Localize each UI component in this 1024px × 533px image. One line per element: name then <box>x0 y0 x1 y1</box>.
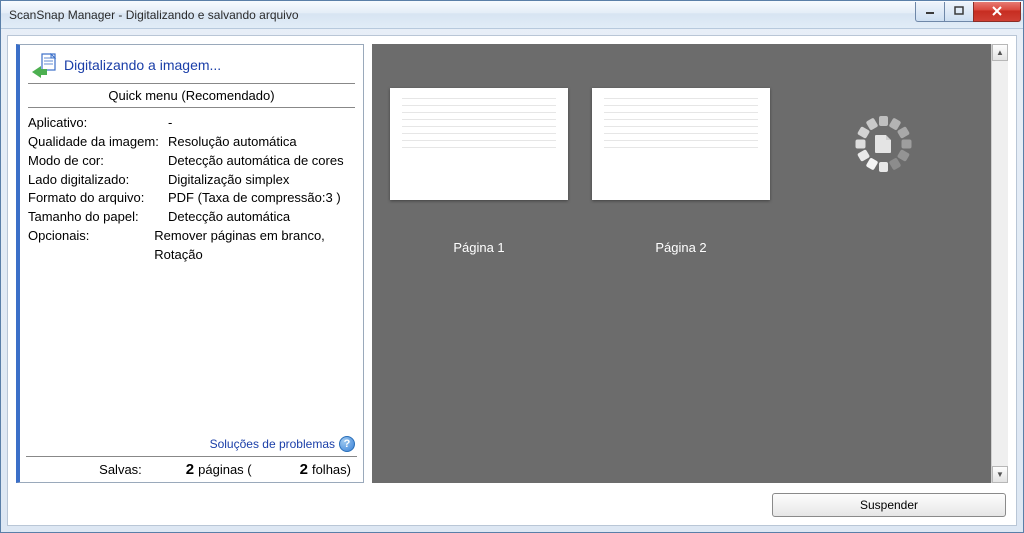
saved-pages-count: 2 <box>186 461 194 478</box>
page-image[interactable] <box>390 88 568 200</box>
scroll-down-button[interactable]: ▼ <box>992 466 1008 483</box>
scroll-up-button[interactable]: ▲ <box>992 44 1008 61</box>
setting-value: Remover páginas em branco, Rotação <box>154 227 355 265</box>
suspend-button[interactable]: Suspender <box>772 493 1006 517</box>
spinner-icon <box>855 116 911 172</box>
vertical-scrollbar[interactable]: ▲ ▼ <box>991 44 1008 483</box>
saved-sheets-word: folhas) <box>312 462 351 477</box>
setting-label: Tamanho do papel: <box>28 208 168 227</box>
loading-thumbnail <box>794 88 972 200</box>
bottom-button-row: Suspender <box>16 491 1008 517</box>
titlebar: ScanSnap Manager - Digitalizando e salva… <box>1 1 1023 29</box>
setting-row: Modo de cor: Detecção automática de core… <box>28 152 355 171</box>
troubleshoot-link[interactable]: Soluções de problemas <box>210 437 335 451</box>
minimize-button[interactable] <box>915 2 945 22</box>
page-thumbnail: Página 1 <box>390 88 568 255</box>
window-title: ScanSnap Manager - Digitalizando e salva… <box>9 8 916 22</box>
page-image[interactable] <box>592 88 770 200</box>
page-label: Página 2 <box>655 240 706 255</box>
content-row: Digitalizando a imagem... Quick menu (Re… <box>16 44 1008 483</box>
status-text: Digitalizando a imagem... <box>64 57 221 73</box>
maximize-button[interactable] <box>944 2 974 22</box>
setting-label: Modo de cor: <box>28 152 168 171</box>
setting-label: Formato do arquivo: <box>28 189 168 208</box>
setting-value: Digitalização simplex <box>168 171 289 190</box>
scroll-track[interactable] <box>992 61 1008 466</box>
setting-row: Aplicativo: - <box>28 114 355 133</box>
preview-area: Página 1 Página 2 <box>372 44 1008 483</box>
window-controls <box>916 2 1021 22</box>
setting-row: Opcionais: Remover páginas em branco, Ro… <box>28 227 355 265</box>
saved-bar: Salvas: 2 páginas ( 2 folhas) <box>26 456 357 480</box>
setting-value: - <box>168 114 172 133</box>
maximize-icon <box>954 6 964 16</box>
setting-label: Lado digitalizado: <box>28 171 168 190</box>
setting-value: PDF (Taxa de compressão:3 ) <box>168 189 341 208</box>
close-button[interactable] <box>973 2 1021 22</box>
menu-header: Quick menu (Recomendado) <box>28 83 355 108</box>
status-row: Digitalizando a imagem... <box>26 51 357 83</box>
document-icon <box>875 135 891 153</box>
setting-value: Resolução automática <box>168 133 297 152</box>
close-icon <box>991 6 1003 16</box>
setting-label: Aplicativo: <box>28 114 168 133</box>
preview-scroll: Página 1 Página 2 <box>372 44 991 483</box>
page-thumbnail: Página 2 <box>592 88 770 255</box>
page-label: Página 1 <box>453 240 504 255</box>
minimize-icon <box>925 6 935 16</box>
client-area: Digitalizando a imagem... Quick menu (Re… <box>7 35 1017 526</box>
help-icon[interactable]: ? <box>339 436 355 452</box>
setting-row: Formato do arquivo: PDF (Taxa de compres… <box>28 189 355 208</box>
saved-sheets-count: 2 <box>300 461 308 478</box>
setting-label: Qualidade da imagem: <box>28 133 168 152</box>
setting-row: Qualidade da imagem: Resolução automátic… <box>28 133 355 152</box>
setting-row: Tamanho do papel: Detecção automática <box>28 208 355 227</box>
setting-value: Detecção automática de cores <box>168 152 344 171</box>
setting-row: Lado digitalizado: Digitalização simplex <box>28 171 355 190</box>
saved-label: Salvas: <box>99 462 142 477</box>
document-scan-icon <box>30 53 58 77</box>
spacer <box>26 271 357 432</box>
setting-label: Opcionais: <box>28 227 154 265</box>
app-window: ScanSnap Manager - Digitalizando e salva… <box>0 0 1024 533</box>
troubleshoot-row: Soluções de problemas ? <box>26 432 357 456</box>
setting-value: Detecção automática <box>168 208 290 227</box>
settings-panel: Digitalizando a imagem... Quick menu (Re… <box>16 44 364 483</box>
saved-pages-word: páginas ( <box>198 462 251 477</box>
settings-list: Aplicativo: - Qualidade da imagem: Resol… <box>26 108 357 271</box>
